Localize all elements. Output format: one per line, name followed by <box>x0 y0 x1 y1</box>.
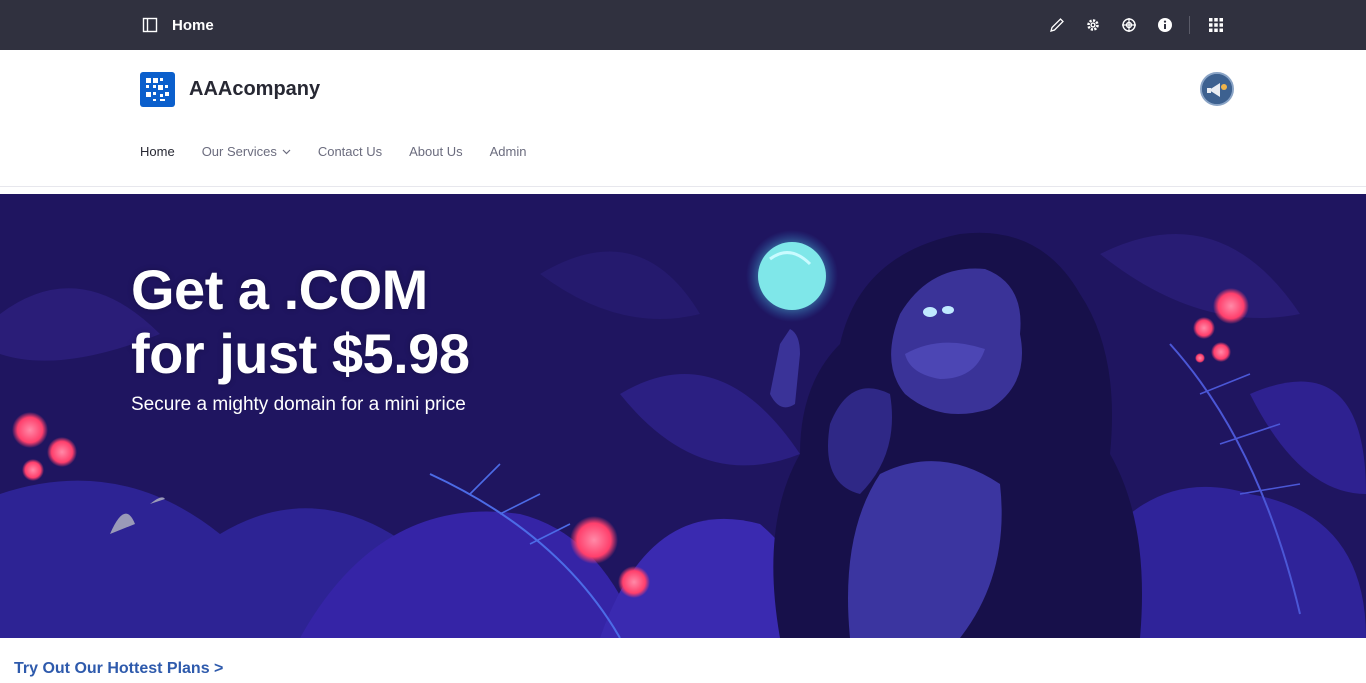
main-navigation: Home Our Services Contact Us About Us Ad… <box>140 144 553 159</box>
nav-item-admin[interactable]: Admin <box>490 144 527 159</box>
nav-item-contact-us[interactable]: Contact Us <box>318 144 382 159</box>
banner-subline: Secure a mighty domain for a mini price <box>131 394 466 415</box>
control-bar: Home <box>0 0 1366 50</box>
site-name[interactable]: AAAcompany <box>189 78 320 101</box>
nav-item-home[interactable]: Home <box>140 144 175 159</box>
toolbar-divider <box>1189 16 1190 34</box>
user-avatar[interactable] <box>1200 72 1234 106</box>
nav-item-our-services[interactable]: Our Services <box>202 144 291 159</box>
pencil-icon[interactable] <box>1047 15 1067 35</box>
promo-banner[interactable]: Get a .COM for just $5.98 Secure a might… <box>0 194 1366 638</box>
simulation-icon[interactable] <box>1119 15 1139 35</box>
hottest-plans-link[interactable]: Try Out Our Hottest Plans > <box>14 660 223 678</box>
company-logo[interactable] <box>140 72 175 107</box>
page-title: Home <box>172 16 214 34</box>
site-header: AAAcompany Home Our Services Contact Us … <box>0 50 1366 187</box>
apps-grid-icon[interactable] <box>1206 15 1226 35</box>
nav-item-about-us[interactable]: About Us <box>409 144 462 159</box>
banner-headline: Get a .COM for just $5.98 <box>131 258 470 385</box>
chevron-down-icon <box>282 149 291 154</box>
info-icon[interactable] <box>1155 15 1175 35</box>
sidebar-toggle-icon[interactable] <box>142 17 158 33</box>
gear-icon[interactable] <box>1083 15 1103 35</box>
